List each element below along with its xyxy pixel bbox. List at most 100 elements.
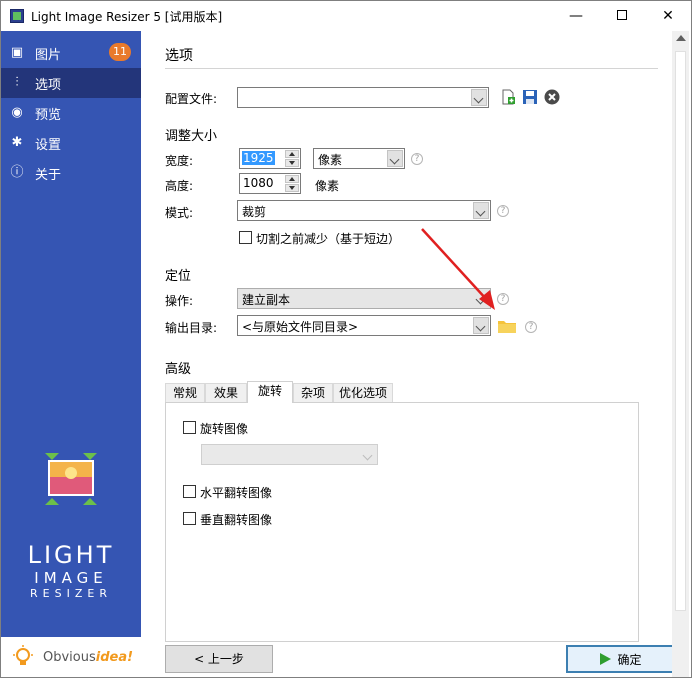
operation-value: 建立副本 — [242, 293, 291, 307]
brand-prefix: Obvious — [43, 650, 96, 665]
ok-button[interactable]: 确定 — [566, 645, 676, 673]
mode-label: 模式: — [165, 206, 194, 220]
checkbox-label: 水平翻转图像 — [200, 486, 273, 500]
eye-icon: ◉ — [11, 105, 23, 120]
unit-value: 像素 — [318, 153, 343, 167]
sidebar-item-settings[interactable]: ✱ 设置 — [1, 128, 141, 158]
folder-icon[interactable] — [498, 319, 516, 333]
help-icon[interactable]: ? — [411, 153, 423, 165]
app-window: Light Image Resizer 5 [试用版本] — ✕ ▣ 图片 11… — [0, 0, 692, 678]
back-button[interactable]: < 上一步 — [165, 645, 273, 673]
height-unit-label: 像素 — [315, 179, 340, 193]
sidebar-item-label: 图片 — [35, 48, 62, 63]
help-icon[interactable]: ? — [497, 293, 509, 305]
info-icon: ⓘ — [10, 165, 24, 180]
decrement-icon[interactable] — [285, 184, 299, 192]
window-title: Light Image Resizer 5 [试用版本] — [31, 10, 223, 24]
checkbox-box[interactable] — [183, 485, 196, 498]
tab-general[interactable]: 常规 — [165, 383, 205, 403]
logo-text-light: LIGHT — [27, 541, 115, 569]
rotate-tab-panel: 旋转图像 水平翻转图像 垂直翻转图像 — [165, 402, 639, 642]
sidebar-item-about[interactable]: ⓘ 关于 — [1, 158, 141, 188]
operation-select[interactable]: 建立副本 — [237, 288, 491, 309]
sidebar-item-label: 预览 — [35, 108, 62, 123]
width-stepper[interactable]: 1925 — [239, 148, 301, 169]
close-button[interactable]: ✕ — [645, 1, 691, 31]
tab-rotate[interactable]: 旋转 — [247, 381, 293, 403]
resize-section-heading: 调整大小 — [165, 129, 218, 144]
profile-label: 配置文件: — [165, 92, 218, 106]
images-icon: ▣ — [10, 45, 24, 60]
maximize-button[interactable] — [599, 1, 645, 31]
image-count-badge: 11 — [109, 43, 131, 61]
mode-value: 裁剪 — [242, 205, 267, 219]
sidebar: ▣ 图片 11 ⫶ 选项 ◉ 预览 ✱ 设置 ⓘ 关于 LIGHT IMAGE … — [1, 31, 141, 677]
chevron-down-icon — [473, 317, 489, 334]
checkbox-box[interactable] — [183, 421, 196, 434]
play-icon — [600, 653, 612, 665]
profile-select[interactable] — [237, 87, 489, 108]
increment-icon[interactable] — [285, 150, 299, 158]
gear-icon: ✱ — [11, 135, 23, 150]
chevron-down-icon — [471, 89, 487, 106]
maximize-icon — [617, 10, 627, 20]
chevron-down-icon — [387, 150, 403, 167]
checkbox-label: 切割之前减少（基于短边） — [256, 232, 401, 246]
mode-select[interactable]: 裁剪 — [237, 200, 491, 221]
sidebar-item-options[interactable]: ⫶ 选项 — [1, 68, 141, 98]
checkbox-label: 垂直翻转图像 — [200, 513, 273, 527]
width-value: 1925 — [242, 151, 275, 165]
app-logo-image-icon — [45, 453, 97, 505]
tab-effects[interactable]: 效果 — [205, 383, 247, 403]
decrement-icon[interactable] — [285, 159, 299, 167]
checkbox-label: 旋转图像 — [200, 422, 249, 436]
brand-suffix: idea! — [95, 650, 134, 665]
operation-label: 操作: — [165, 294, 194, 308]
tab-misc[interactable]: 杂项 — [293, 383, 333, 403]
increment-icon[interactable] — [285, 175, 299, 183]
minimize-button[interactable]: — — [553, 1, 599, 31]
help-icon[interactable]: ? — [525, 321, 537, 333]
height-label: 高度: — [165, 179, 194, 193]
output-dir-value: <与原始文件同目录> — [242, 320, 359, 334]
height-stepper[interactable]: 1080 — [239, 173, 301, 194]
checkbox-box[interactable] — [239, 231, 252, 244]
sidebar-item-images[interactable]: ▣ 图片 11 — [1, 38, 141, 68]
output-dir-select[interactable]: <与原始文件同目录> — [237, 315, 491, 336]
app-logo-icon — [10, 9, 24, 23]
chevron-down-icon — [360, 446, 376, 463]
obviousidea-brand[interactable]: Obviousidea! — [1, 637, 141, 677]
logo-text-resizer: RESIZER — [30, 587, 112, 600]
chevron-down-icon — [473, 202, 489, 219]
ok-button-label: 确定 — [617, 653, 642, 667]
scroll-up-icon[interactable] — [676, 35, 686, 41]
checkbox-box[interactable] — [183, 512, 196, 525]
width-label: 宽度: — [165, 154, 194, 168]
sidebar-item-label: 选项 — [35, 78, 62, 93]
height-spin-buttons[interactable] — [285, 175, 299, 192]
width-spin-buttons[interactable] — [285, 150, 299, 167]
tab-optimize[interactable]: 优化选项 — [333, 383, 393, 403]
title-bar: Light Image Resizer 5 [试用版本] — ✕ — [1, 1, 691, 31]
output-dir-label: 输出目录: — [165, 321, 218, 335]
lightbulb-icon — [13, 645, 33, 665]
help-icon[interactable]: ? — [497, 205, 509, 217]
sidebar-item-label: 关于 — [35, 168, 62, 183]
advanced-section-heading: 高级 — [165, 362, 192, 377]
delete-profile-icon[interactable] — [544, 89, 560, 105]
chevron-down-icon — [473, 290, 489, 307]
sidebar-item-preview[interactable]: ◉ 预览 — [1, 98, 141, 128]
height-value: 1080 — [243, 176, 274, 190]
options-panel: 选项 配置文件: 调整大小 宽度: 1925 像素 ? 高度: 1080 像素 … — [141, 31, 691, 677]
unit-select[interactable]: 像素 — [313, 148, 405, 169]
scroll-thumb[interactable] — [675, 51, 686, 611]
rotation-select — [201, 444, 378, 465]
title-divider — [165, 68, 658, 69]
brand-name: Obviousidea! — [43, 650, 133, 665]
sidebar-item-label: 设置 — [35, 138, 62, 153]
position-section-heading: 定位 — [165, 269, 192, 284]
vertical-scrollbar[interactable] — [672, 31, 689, 677]
save-profile-icon[interactable] — [522, 89, 538, 105]
page-title: 选项 — [165, 48, 193, 64]
new-profile-icon[interactable] — [500, 89, 516, 105]
